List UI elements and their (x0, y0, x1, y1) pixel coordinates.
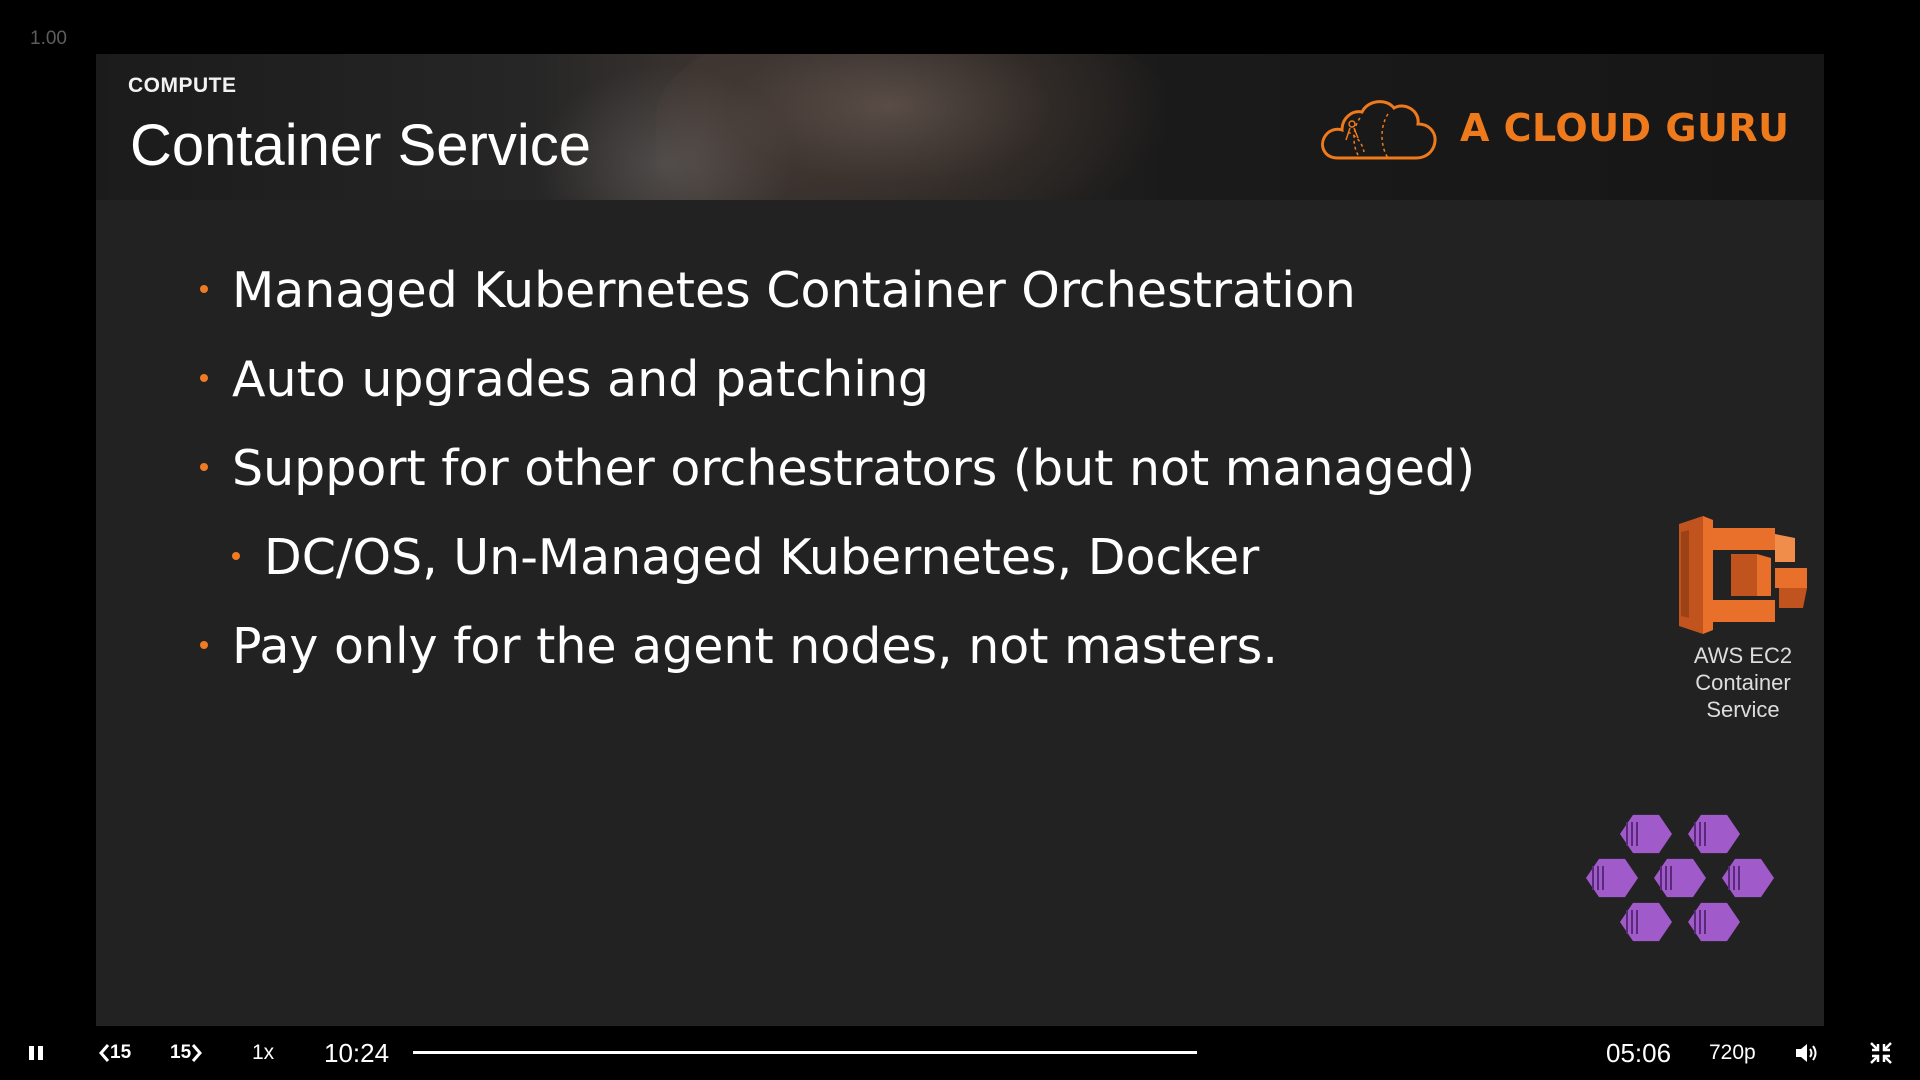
bullet-text: DC/OS, Un-Managed Kubernetes, Docker (264, 529, 1260, 586)
ecs-caption-line: AWS EC2 (1693, 643, 1793, 668)
aws-ecs-block: AWS EC2 Container Service (1628, 516, 1824, 723)
slide: COMPUTE Container Service A CLOUD GURU M… (96, 54, 1824, 1026)
bullet-item: Support for other orchestrators (but not… (200, 424, 1475, 513)
volume-button[interactable] (1794, 1026, 1820, 1080)
forward-15-button[interactable]: 15 (170, 1026, 203, 1080)
remaining-time: 05:06 (1606, 1037, 1672, 1068)
slide-category: COMPUTE (128, 74, 237, 97)
bullet-item: Pay only for the agent nodes, not master… (200, 602, 1475, 691)
exit-fullscreen-icon (1870, 1042, 1892, 1064)
slide-header: COMPUTE Container Service A CLOUD GURU (96, 54, 1824, 200)
sub-bullet-item: DC/OS, Un-Managed Kubernetes, Docker (200, 513, 1475, 602)
aws-ecs-icon (1628, 516, 1824, 634)
exit-fullscreen-button[interactable] (1870, 1026, 1892, 1080)
bullet-dot (200, 462, 208, 471)
player-controls: 15 15 1x 10:24 05:06 720p (0, 1026, 1920, 1080)
rewind-15-button[interactable]: 15 (98, 1026, 131, 1080)
ecs-caption-line: Service (1706, 697, 1780, 722)
volume-icon (1794, 1042, 1820, 1064)
zoom-readout: 1.00 (30, 28, 67, 49)
ecs-caption: AWS EC2 Container Service (1628, 642, 1824, 723)
bullet-text: Auto upgrades and patching (232, 351, 930, 408)
bullet-list: Managed Kubernetes Container Orchestrati… (200, 246, 1475, 691)
chevron-left-icon (98, 1043, 110, 1063)
pause-button[interactable] (26, 1026, 46, 1080)
brand-name: A CLOUD GURU (1460, 106, 1790, 150)
bullet-text: Pay only for the agent nodes, not master… (232, 618, 1278, 675)
forward-label: 15 (170, 1042, 192, 1063)
cloud-logo-icon (1318, 92, 1440, 164)
bullet-dot (200, 373, 208, 382)
brand-logo: A CLOUD GURU (1318, 92, 1789, 164)
bullet-text: Support for other orchestrators (but not… (232, 440, 1476, 497)
bullet-text: Managed Kubernetes Container Orchestrati… (232, 262, 1356, 319)
ecs-caption-line: Container (1695, 670, 1791, 695)
elapsed-time: 10:24 (324, 1037, 390, 1068)
azure-container-service-icon (1582, 806, 1782, 960)
progress-bar[interactable] (413, 1051, 1197, 1054)
bullet-dot (232, 551, 240, 560)
bullet-dot (200, 640, 208, 649)
quality-button[interactable]: 720p (1709, 1026, 1756, 1080)
chevron-right-icon (191, 1043, 203, 1063)
slide-title: Container Service (130, 113, 591, 178)
bullet-item: Auto upgrades and patching (200, 335, 1475, 424)
rewind-label: 15 (110, 1042, 132, 1063)
bullet-dot (200, 284, 208, 293)
playback-speed-button[interactable]: 1x (252, 1026, 274, 1080)
bullet-item: Managed Kubernetes Container Orchestrati… (200, 246, 1475, 335)
pause-icon (26, 1043, 46, 1063)
